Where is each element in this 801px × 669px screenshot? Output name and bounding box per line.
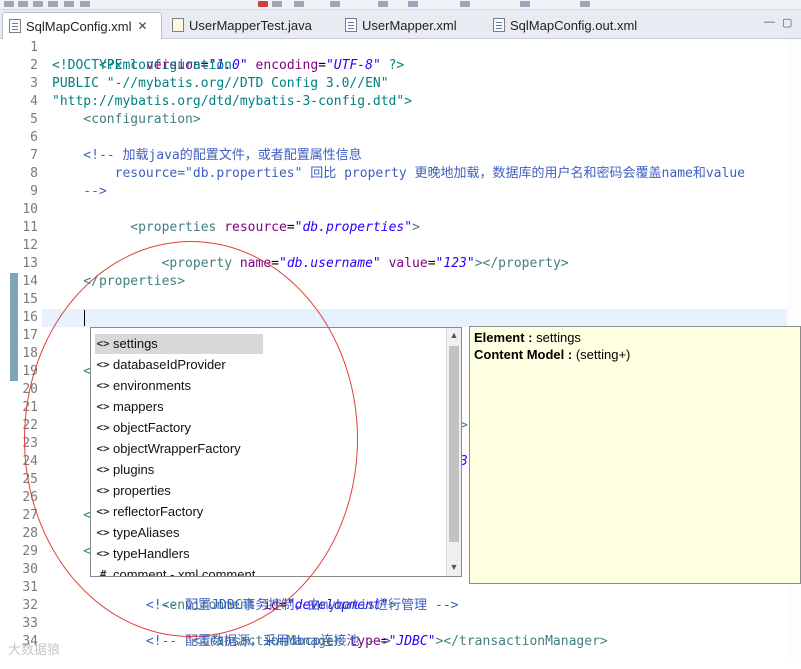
line-number: 14	[22, 274, 38, 289]
xml-file-icon	[345, 18, 357, 32]
attr-value: "UTF-8"	[325, 58, 381, 73]
toolbar-button[interactable]	[520, 1, 530, 7]
editor-tab-bar: SqlMapConfig.xml ✕ UserMapperTest.java U…	[0, 10, 801, 39]
line-number: 1	[30, 40, 38, 55]
attr-value: "123"	[435, 256, 475, 271]
toolbar-button[interactable]	[48, 1, 58, 7]
xml-file-icon	[493, 18, 505, 32]
line-number: 3	[30, 76, 38, 91]
info-value: settings	[536, 330, 581, 345]
equals-sign: =	[427, 256, 436, 271]
line-number: 16	[22, 310, 38, 325]
tag-close: ></property>	[474, 256, 569, 271]
line-number: 13	[22, 256, 38, 271]
toolbar-button[interactable]	[330, 1, 340, 7]
line-number: 31	[22, 580, 38, 595]
code-line-34: <!-- 配置数据源，采用dbcp连接池 -->	[52, 634, 391, 649]
maximize-icon[interactable]: ▢	[782, 16, 792, 29]
info-content-model-row: Content Model : (setting+)	[474, 346, 796, 363]
attr-name: value	[380, 256, 428, 271]
close-icon[interactable]: ✕	[138, 19, 148, 33]
attr-value: "db.username"	[279, 256, 381, 271]
attr-name: resource	[224, 220, 287, 235]
code-line-5: <configuration>	[52, 112, 201, 127]
tab-label: SqlMapConfig.out.xml	[510, 17, 638, 33]
toolbar-button[interactable]	[460, 1, 470, 7]
line-number: 18	[22, 346, 38, 361]
scroll-up-icon[interactable]: ▲	[447, 330, 461, 340]
code-line-9: -->	[52, 184, 107, 199]
info-value: (setting+)	[575, 347, 631, 362]
java-file-icon	[172, 18, 184, 32]
proposal-scrollbar[interactable]: ▲ ▼	[446, 328, 461, 576]
line-number: 15	[22, 292, 38, 307]
code-line-2: <!DOCTYPE configuration	[52, 58, 233, 73]
toolbar	[0, 0, 801, 10]
info-key: Content Model :	[474, 347, 576, 362]
line-number: 28	[22, 526, 38, 541]
equals-sign: =	[318, 58, 326, 73]
info-key: Element :	[474, 330, 537, 345]
code-line-1: <?xml version="1.0" encoding="UTF-8" ?>	[52, 39, 404, 73]
xml-file-icon	[9, 19, 21, 33]
tab-label: SqlMapConfig.xml	[26, 18, 132, 34]
code-line-8: resource="db.properties" 回比 property 更晚地…	[52, 166, 745, 181]
line-number: 17	[22, 328, 38, 343]
code-line-12: <property name="db.username" value="123"…	[52, 237, 569, 271]
tab-usermappertest-java[interactable]: UserMapperTest.java	[166, 12, 336, 38]
line-number: 32	[22, 598, 38, 613]
line-number: 30	[22, 562, 38, 577]
line-number: 10	[22, 202, 38, 217]
toolbar-button[interactable]	[378, 1, 388, 7]
line-number: 7	[30, 148, 38, 163]
line-number: 11	[22, 220, 38, 235]
line-number: 5	[30, 112, 38, 127]
code-line-10: <properties resource="db.properties">	[52, 201, 420, 235]
line-number: 9	[30, 184, 38, 199]
xml-declaration-close: ?>	[380, 58, 405, 73]
toolbar-button[interactable]	[294, 1, 304, 7]
code-line-4: "http://mybatis.org/dtd/mybatis-3-config…	[52, 94, 413, 109]
info-element-row: Element : settings	[474, 329, 796, 346]
equals-sign: =	[286, 220, 295, 235]
tag-close: ></transactionManager>	[435, 634, 608, 649]
line-number: 8	[30, 166, 38, 181]
line-number: 2	[30, 58, 38, 73]
code-line-3: PUBLIC "-//mybatis.org//DTD Config 3.0//…	[52, 76, 389, 91]
tag-open: <properties	[98, 220, 225, 235]
line-number: 12	[22, 238, 38, 253]
toolbar-button[interactable]	[80, 1, 90, 7]
watermark: 大数据狼	[8, 642, 61, 657]
tab-label: UserMapper.xml	[362, 17, 457, 33]
tab-label: UserMapperTest.java	[189, 17, 312, 33]
tab-sqlmapconfig-xml[interactable]: SqlMapConfig.xml ✕	[2, 12, 162, 39]
code-line-7: <!-- 加载java的配置文件，或者配置属性信息	[52, 148, 362, 163]
scroll-down-icon[interactable]: ▼	[447, 562, 461, 572]
toolbar-button[interactable]	[258, 1, 268, 7]
attr-value: "JDBC"	[388, 634, 436, 649]
toolbar-button[interactable]	[408, 1, 418, 7]
attr-value: "db.properties"	[294, 220, 413, 235]
toolbar-button[interactable]	[64, 1, 74, 7]
toolbar-button[interactable]	[580, 1, 590, 7]
proposal-info-panel: Element : settings Content Model : (sett…	[469, 326, 801, 584]
minimize-icon[interactable]: —	[764, 16, 775, 28]
line-number: 29	[22, 544, 38, 559]
toolbar-button[interactable]	[272, 1, 282, 7]
toolbar-button[interactable]	[33, 1, 43, 7]
tab-usermapper-xml[interactable]: UserMapper.xml	[339, 12, 489, 38]
scrollbar-thumb[interactable]	[449, 346, 459, 542]
tag-close: >	[412, 220, 420, 235]
line-number: 33	[22, 616, 38, 631]
line-number: 4	[30, 94, 38, 109]
annotation-circle	[24, 241, 358, 637]
line-number: 6	[30, 130, 38, 145]
toolbar-button[interactable]	[4, 1, 14, 7]
attr-name: encoding	[247, 58, 319, 73]
tab-sqlmapconfig-out-xml[interactable]: SqlMapConfig.out.xml	[487, 12, 667, 38]
toolbar-button[interactable]	[18, 1, 28, 7]
